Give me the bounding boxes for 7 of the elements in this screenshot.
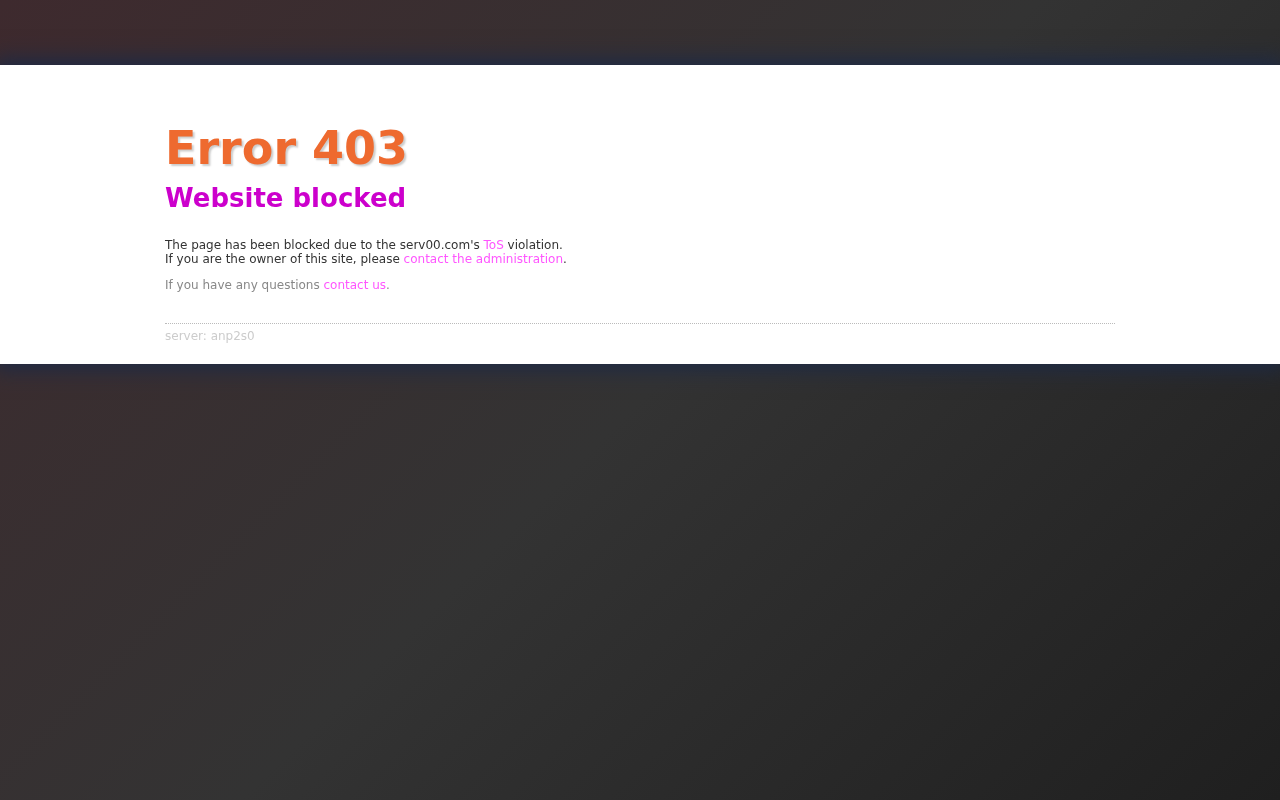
error-subtitle: Website blocked [165, 182, 408, 214]
message-link[interactable]: ToS [483, 238, 504, 252]
message-link[interactable]: contact the administration [403, 252, 563, 266]
questions-text: If you have any questions contact us. [165, 278, 391, 292]
message-text: If you are the owner of this site, please contact the administration. [165, 252, 568, 266]
message-text: The page has been blocked due to the serv00.com's ToS violation. [165, 238, 564, 252]
error-title: Error 403 [165, 122, 410, 174]
